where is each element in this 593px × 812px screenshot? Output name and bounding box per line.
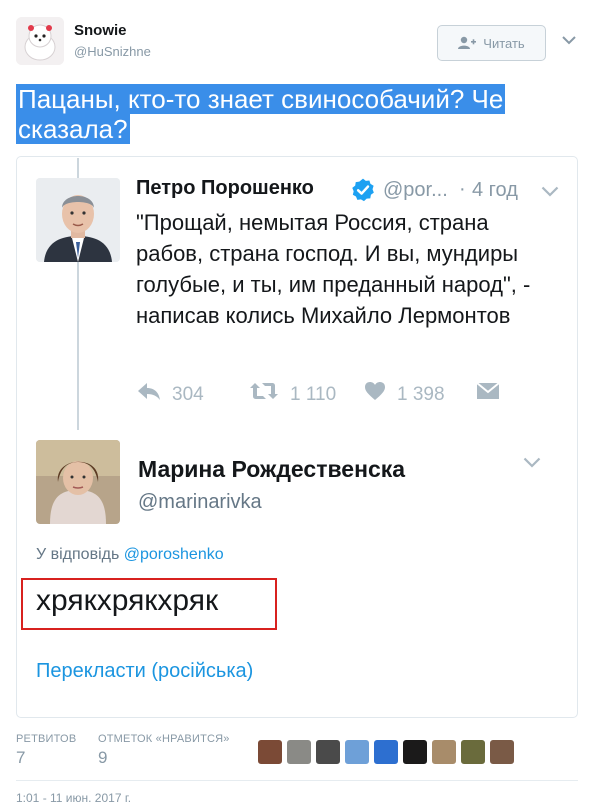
liker-avatar[interactable] bbox=[490, 740, 514, 764]
liker-avatar[interactable] bbox=[403, 740, 427, 764]
likes-stat-label[interactable]: ОТМЕТОК «НРАВИТСЯ» bbox=[98, 733, 230, 745]
follow-button[interactable]: Читать bbox=[437, 25, 546, 61]
retweet-icon[interactable] bbox=[249, 380, 279, 402]
liker-avatar[interactable] bbox=[345, 740, 369, 764]
reply-icon[interactable] bbox=[136, 380, 162, 402]
user-avatar[interactable] bbox=[16, 17, 64, 65]
liker-avatar[interactable] bbox=[432, 740, 456, 764]
tweet-header: Snowie @HuSnizhne Читать bbox=[0, 0, 593, 80]
like-count: 1 398 bbox=[397, 384, 445, 405]
quoted-tweet-time[interactable]: 4 год bbox=[472, 179, 518, 202]
add-user-icon bbox=[458, 36, 477, 49]
tweet-timestamp[interactable]: 1:01 - 11 июн. 2017 г. bbox=[16, 791, 131, 805]
reply-count: 304 bbox=[172, 384, 204, 405]
user-display-name[interactable]: Snowie bbox=[74, 22, 127, 39]
verified-badge-icon bbox=[352, 178, 374, 202]
retweet-count: 1 110 bbox=[290, 384, 337, 405]
likes-stat-value[interactable]: 9 bbox=[98, 748, 107, 768]
chevron-down-icon[interactable] bbox=[523, 457, 541, 468]
translate-link[interactable]: Перекласти (російська) bbox=[36, 660, 253, 683]
liker-avatar[interactable] bbox=[258, 740, 282, 764]
reply-author-name[interactable]: Марина Рождественска bbox=[138, 456, 405, 483]
quoted-author-handle[interactable]: @por... bbox=[383, 179, 448, 202]
retweets-stat-value[interactable]: 7 bbox=[16, 748, 25, 768]
like-heart-icon[interactable] bbox=[364, 380, 386, 402]
liker-avatar[interactable] bbox=[461, 740, 485, 764]
follow-button-label: Читать bbox=[483, 35, 525, 51]
retweets-stat-label[interactable]: РЕТВИТОВ bbox=[16, 733, 76, 745]
quoted-tweet-text: "Прощай, немытая Россия, страна рабов, с… bbox=[136, 210, 531, 328]
quoted-author-name[interactable]: Петро Порошенко bbox=[136, 177, 314, 200]
separator-dot: · bbox=[459, 178, 466, 200]
reply-tweet-text: хрякхрякхряк bbox=[36, 584, 219, 617]
liker-avatars bbox=[258, 740, 514, 764]
direct-message-icon[interactable] bbox=[476, 381, 500, 401]
chevron-down-icon[interactable] bbox=[541, 186, 559, 197]
reply-context: У відповідь @poroshenko bbox=[36, 546, 224, 564]
tweet-text: Пацаны, кто-то знает свинособачий? Че ск… bbox=[16, 84, 506, 144]
reply-author-handle[interactable]: @marinarivka bbox=[138, 491, 262, 514]
quoted-author-avatar[interactable] bbox=[36, 178, 120, 262]
liker-avatar[interactable] bbox=[316, 740, 340, 764]
divider bbox=[16, 780, 578, 781]
reply-author-avatar[interactable] bbox=[36, 440, 120, 524]
liker-avatar[interactable] bbox=[287, 740, 311, 764]
reply-context-label: У відповідь bbox=[36, 546, 120, 563]
quoted-tweet-actions: 304 1 110 1 398 bbox=[0, 380, 593, 410]
chevron-down-icon[interactable] bbox=[562, 36, 576, 45]
user-handle[interactable]: @HuSnizhne bbox=[74, 44, 151, 59]
liker-avatar[interactable] bbox=[374, 740, 398, 764]
reply-to-handle-link[interactable]: @poroshenko bbox=[124, 546, 224, 563]
